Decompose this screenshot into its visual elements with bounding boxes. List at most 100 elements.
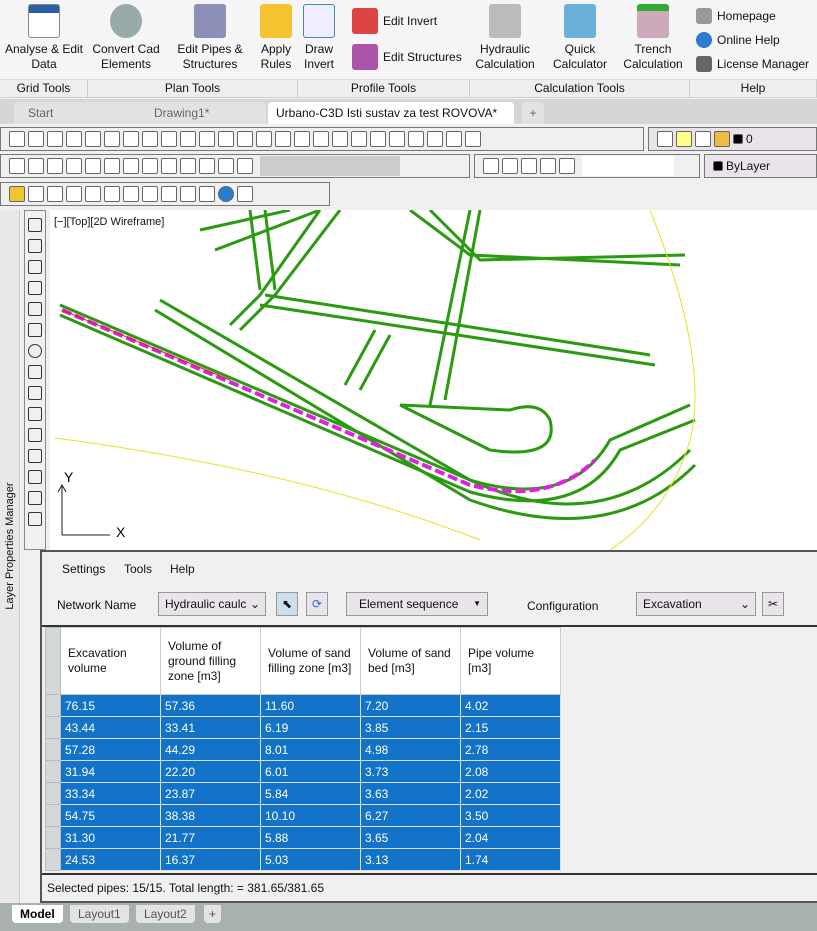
row-header[interactable] bbox=[45, 716, 61, 739]
trench-icon[interactable] bbox=[180, 186, 196, 202]
table-cell[interactable]: 3.65 bbox=[360, 826, 461, 849]
right-view-icon[interactable] bbox=[85, 158, 101, 174]
zoom-window-icon[interactable] bbox=[313, 131, 329, 147]
drawing-canvas[interactable]: [−][Top][2D Wireframe] Y X bbox=[50, 208, 817, 551]
help-icon[interactable] bbox=[218, 186, 234, 202]
hydraulic-calculation-button[interactable]: Hydraulic Calculation bbox=[472, 4, 538, 72]
table-row[interactable]: 31.30 21.77 5.88 3.65 2.04 bbox=[45, 826, 561, 849]
point-icon[interactable] bbox=[28, 491, 42, 505]
design-center-icon[interactable] bbox=[370, 131, 386, 147]
tab-layout2[interactable]: Layout2 bbox=[136, 905, 195, 923]
open-icon[interactable] bbox=[28, 131, 44, 147]
element-sequence-button[interactable]: Element sequence ▼ bbox=[346, 592, 488, 616]
match-icon[interactable] bbox=[199, 131, 215, 147]
table-cell[interactable]: 1.74 bbox=[460, 848, 561, 871]
online-help-link[interactable]: Online Help bbox=[696, 32, 780, 48]
viewports-icon[interactable] bbox=[483, 158, 499, 174]
configuration-select[interactable]: Excavation ⌄ bbox=[636, 592, 756, 616]
table-row[interactable]: 76.15 57.36 11.60 7.20 4.02 bbox=[45, 694, 561, 717]
table-cell[interactable]: 31.94 bbox=[60, 760, 161, 783]
apply-rules-button[interactable]: Apply Rules bbox=[256, 4, 296, 72]
license-manager-link[interactable]: License Manager bbox=[696, 56, 809, 72]
table-cell[interactable]: 57.36 bbox=[160, 694, 261, 717]
table-row[interactable]: 43.44 33.41 6.19 3.85 2.15 bbox=[45, 716, 561, 739]
ellipse-icon[interactable] bbox=[28, 407, 42, 421]
single-viewport-icon[interactable] bbox=[502, 158, 518, 174]
convert-cad-button[interactable]: Convert Cad Elements bbox=[88, 4, 164, 72]
table-row[interactable]: 33.34 23.87 5.84 3.63 2.02 bbox=[45, 782, 561, 805]
preview-icon[interactable] bbox=[85, 131, 101, 147]
table-cell[interactable]: 2.15 bbox=[460, 716, 561, 739]
tab-drawing1[interactable]: Drawing1* bbox=[140, 102, 266, 124]
polygon-icon[interactable] bbox=[28, 281, 42, 295]
new-tab-button[interactable]: + bbox=[522, 102, 544, 124]
insert-block-icon[interactable] bbox=[28, 449, 42, 463]
table-cell[interactable]: 3.13 bbox=[360, 848, 461, 871]
polyline-icon[interactable] bbox=[28, 260, 42, 274]
construction-line-icon[interactable] bbox=[28, 239, 42, 253]
menu-help[interactable]: Help bbox=[170, 562, 195, 576]
se-iso-icon[interactable] bbox=[161, 158, 177, 174]
table-cell[interactable]: 5.03 bbox=[260, 848, 361, 871]
link-icon[interactable] bbox=[199, 186, 215, 202]
table-row[interactable]: 57.28 44.29 8.01 4.98 2.78 bbox=[45, 738, 561, 761]
toolbox-icon[interactable] bbox=[47, 186, 63, 202]
table-cell[interactable]: 31.30 bbox=[60, 826, 161, 849]
camera-icon[interactable] bbox=[218, 158, 234, 174]
line-icon[interactable] bbox=[28, 218, 42, 232]
spline-icon[interactable] bbox=[28, 386, 42, 400]
convert-viewport-icon[interactable] bbox=[540, 158, 556, 174]
grid-edit-icon[interactable] bbox=[9, 186, 25, 202]
row-header[interactable] bbox=[45, 738, 61, 761]
current-layer[interactable]: 0 bbox=[746, 132, 753, 146]
pipe-convert-icon[interactable] bbox=[28, 186, 44, 202]
table-cell[interactable]: 22.20 bbox=[160, 760, 261, 783]
table-cell[interactable]: 38.38 bbox=[160, 804, 261, 827]
ucs-icon[interactable] bbox=[237, 158, 253, 174]
tab-urbano[interactable]: Urbano-C3D Isti sustav za test ROVOVA* bbox=[268, 102, 514, 124]
table-cell[interactable]: 33.41 bbox=[160, 716, 261, 739]
table-cell[interactable]: 3.85 bbox=[360, 716, 461, 739]
hydraulic-icon[interactable] bbox=[142, 186, 158, 202]
trench-calculation-button[interactable]: Trench Calculation bbox=[620, 4, 686, 72]
col-ground-filling[interactable]: Volume of ground filling zone [m3] bbox=[160, 627, 261, 695]
layer-properties-manager-label[interactable]: Layer Properties Manager bbox=[4, 476, 16, 616]
bulb-icon[interactable] bbox=[676, 131, 692, 147]
edit-structures-button[interactable]: Edit Structures bbox=[352, 44, 462, 70]
tab-start[interactable]: Start bbox=[14, 102, 144, 124]
row-header[interactable] bbox=[45, 694, 61, 717]
sun-icon[interactable] bbox=[695, 131, 711, 147]
properties-icon[interactable] bbox=[351, 131, 367, 147]
save-icon[interactable] bbox=[47, 131, 63, 147]
table-cell[interactable]: 6.27 bbox=[360, 804, 461, 827]
clip-viewport-icon[interactable] bbox=[559, 158, 575, 174]
table-cell[interactable]: 76.15 bbox=[60, 694, 161, 717]
table-row[interactable]: 31.94 22.20 6.01 3.73 2.08 bbox=[45, 760, 561, 783]
table-cell[interactable]: 8.01 bbox=[260, 738, 361, 761]
front-view-icon[interactable] bbox=[104, 158, 120, 174]
copy-icon[interactable] bbox=[161, 131, 177, 147]
sheet-set-icon[interactable] bbox=[408, 131, 424, 147]
new-icon[interactable] bbox=[9, 131, 25, 147]
table-cell[interactable]: 3.73 bbox=[360, 760, 461, 783]
arc-icon[interactable] bbox=[28, 323, 42, 337]
back-view-icon[interactable] bbox=[123, 158, 139, 174]
circle-icon[interactable] bbox=[28, 344, 42, 358]
table-cell[interactable]: 3.63 bbox=[360, 782, 461, 805]
table-cell[interactable]: 3.50 bbox=[460, 804, 561, 827]
row-header[interactable] bbox=[45, 760, 61, 783]
table-row[interactable]: 54.75 38.38 10.10 6.27 3.50 bbox=[45, 804, 561, 827]
table-cell[interactable]: 33.34 bbox=[60, 782, 161, 805]
edit-invert-icon[interactable] bbox=[104, 186, 120, 202]
edit-structures-icon[interactable] bbox=[123, 186, 139, 202]
publish-icon[interactable] bbox=[123, 131, 139, 147]
tool-palettes-icon[interactable] bbox=[389, 131, 405, 147]
layer-manager-icon[interactable] bbox=[657, 131, 673, 147]
calculator-icon[interactable] bbox=[446, 131, 462, 147]
homepage-link[interactable]: Homepage bbox=[696, 8, 776, 24]
table-cell[interactable]: 57.28 bbox=[60, 738, 161, 761]
make-block-icon[interactable] bbox=[28, 470, 42, 484]
pan-icon[interactable] bbox=[275, 131, 291, 147]
hatch-icon[interactable] bbox=[28, 512, 42, 526]
table-cell[interactable]: 11.60 bbox=[260, 694, 361, 717]
